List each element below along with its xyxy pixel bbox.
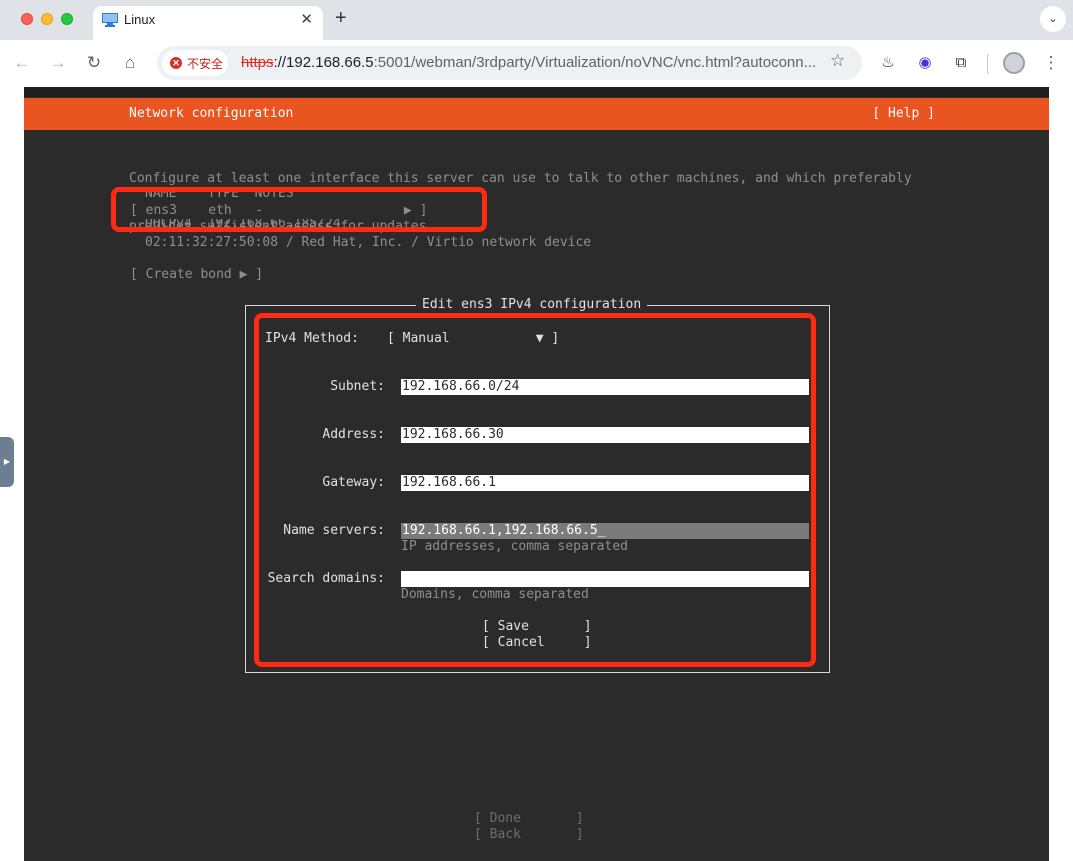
warning-icon: ✕: [170, 57, 182, 69]
vnc-control-bar-handle[interactable]: ▶: [0, 437, 14, 487]
extension-tools-icon[interactable]: ♨: [877, 52, 899, 74]
reload-button[interactable]: ↻: [81, 50, 107, 76]
description-line: Configure at least one interface this se…: [129, 171, 912, 186]
linux-favicon-icon: [102, 13, 118, 27]
extensions-puzzle-icon[interactable]: ⧉: [950, 52, 972, 74]
installer-header: Network configuration [ Help ]: [24, 98, 1049, 130]
profile-avatar[interactable]: [1003, 52, 1025, 74]
window-maximize-button[interactable]: [61, 13, 73, 25]
browser-titlebar: Linux ✕ + ⌄: [0, 0, 1073, 40]
dialog-highlight-box: [254, 313, 816, 667]
toolbar-divider: [987, 54, 988, 74]
page-title: Network configuration: [129, 106, 294, 121]
interface-mac-info: 02:11:32:27:50:08 / Red Hat, Inc. / Virt…: [145, 235, 592, 250]
screen-top-strip: [24, 87, 1049, 97]
tab-title: Linux: [124, 12, 156, 27]
vnc-viewport: ▶ Network configuration [ Help ] Configu…: [0, 87, 1073, 861]
back-button[interactable]: ←: [9, 50, 35, 76]
browser-toolbar: ← → ↻ ⌂ ✕ 不安全 https://192.168.66.5:5001/…: [0, 40, 1073, 87]
help-button[interactable]: [ Help ]: [872, 106, 935, 121]
create-bond-button[interactable]: [ Create bond ▶ ]: [130, 267, 263, 282]
home-button[interactable]: ⌂: [117, 50, 143, 76]
url-scheme: https: [241, 54, 274, 71]
extension-circle-icon[interactable]: ◉: [914, 52, 936, 74]
security-chip[interactable]: ✕ 不安全: [162, 50, 228, 76]
url-path: :5001/webman/3rdparty/Virtualization/noV…: [373, 54, 817, 71]
new-tab-button[interactable]: +: [335, 7, 347, 30]
browser-menu-icon[interactable]: ⋮: [1038, 50, 1064, 76]
dialog-title: Edit ens3 IPv4 configuration: [416, 297, 648, 312]
tab-close-icon[interactable]: ✕: [300, 10, 313, 28]
url-host: ://192.168.66.5: [273, 54, 374, 71]
browser-tab[interactable]: Linux ✕: [93, 6, 323, 40]
bookmark-star-icon[interactable]: ☆: [830, 51, 845, 71]
interface-highlight-box: [111, 187, 487, 232]
url-text[interactable]: https://192.168.66.5:5001/webman/3rdpart…: [241, 54, 816, 71]
window-close-button[interactable]: [21, 13, 33, 25]
security-label: 不安全: [187, 57, 224, 71]
window-minimize-button[interactable]: [41, 13, 53, 25]
tab-search-button[interactable]: ⌄: [1040, 6, 1066, 32]
address-bar[interactable]: ✕ 不安全 https://192.168.66.5:5001/webman/3…: [157, 46, 862, 80]
forward-button[interactable]: →: [45, 50, 71, 76]
back-button-installer[interactable]: [ Back ]: [474, 827, 584, 843]
done-button[interactable]: [ Done ]: [474, 811, 584, 827]
vnc-screen[interactable]: Network configuration [ Help ] Configure…: [24, 87, 1049, 861]
